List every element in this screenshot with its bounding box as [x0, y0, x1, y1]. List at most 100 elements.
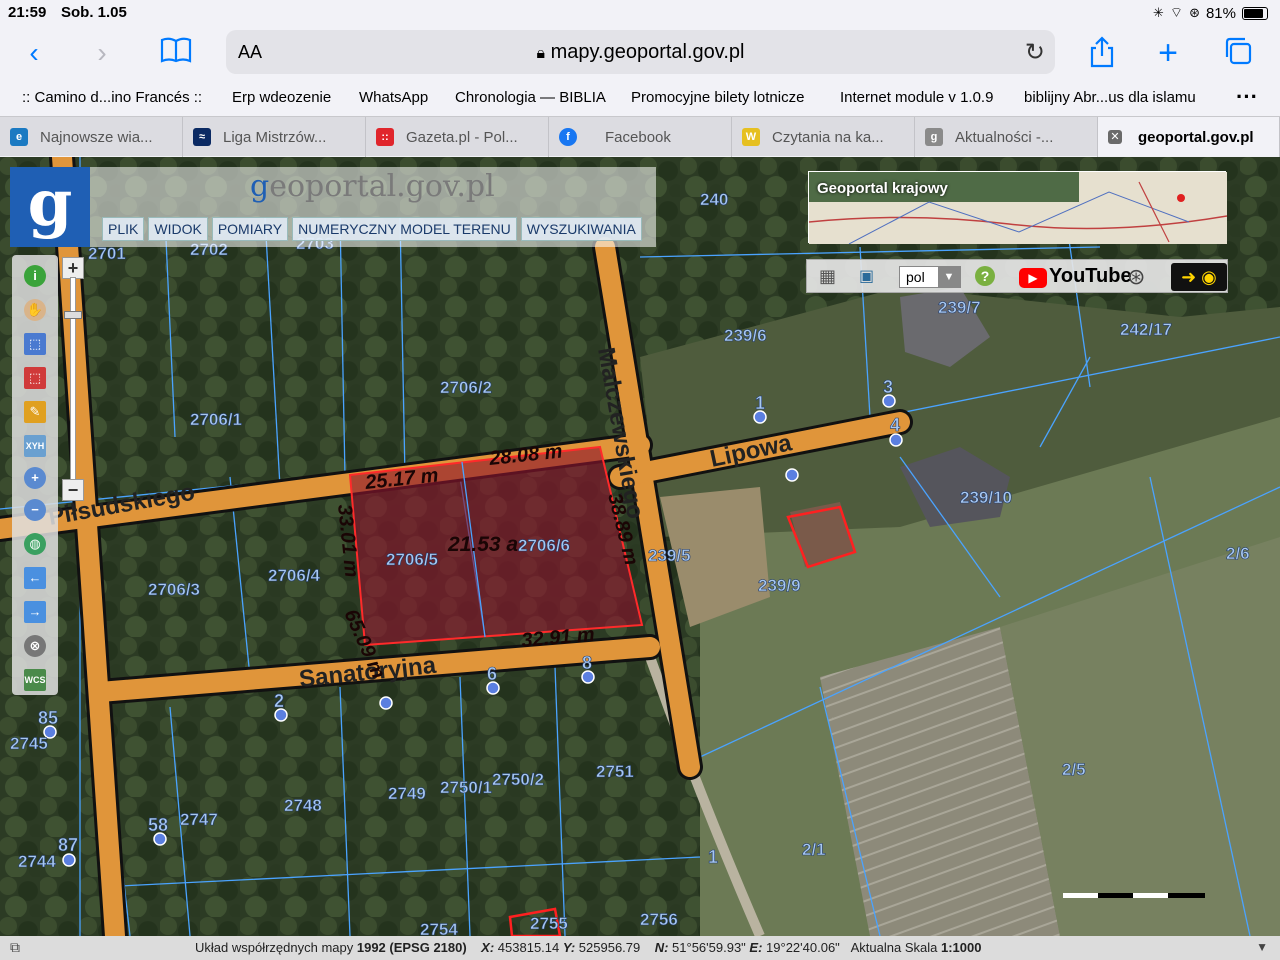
- language-select[interactable]: pol ▼: [899, 266, 961, 288]
- globe-icon[interactable]: ◍: [24, 533, 46, 555]
- share-icon[interactable]: [1084, 36, 1120, 70]
- geoportal-logo[interactable]: g: [10, 167, 90, 247]
- bookmark-chronologia[interactable]: Chronologia — BIBLIA: [455, 89, 606, 106]
- zoom-out-icon[interactable]: −: [24, 499, 46, 521]
- map-viewport[interactable]: 240 2701 2702 2703 239/7 239/6 242/17 27…: [0, 157, 1280, 936]
- parcel-label: 2706/1: [190, 410, 242, 429]
- wms-icon[interactable]: ▣: [859, 266, 874, 286]
- xyh-icon[interactable]: XYH: [24, 435, 46, 457]
- parcel-label: 2/5: [1062, 760, 1086, 779]
- tab-favicon: e: [10, 128, 28, 146]
- select-remove-icon[interactable]: ⬚: [24, 367, 46, 389]
- y-label: Y:: [562, 940, 576, 955]
- tab-czytania[interactable]: W Czytania na ka...: [732, 117, 915, 157]
- collapse-icon[interactable]: ▼: [1256, 940, 1268, 954]
- chevron-down-icon: ▼: [938, 267, 960, 287]
- back-icon[interactable]: ‹: [16, 36, 52, 70]
- zoom-in-icon[interactable]: +: [24, 467, 46, 489]
- arrow-back-icon[interactable]: ←: [24, 567, 46, 589]
- tab-najnowsze[interactable]: e Najnowsze wia...: [0, 117, 183, 157]
- menu-plik[interactable]: PLIK: [102, 217, 145, 241]
- help-icon[interactable]: ?: [975, 266, 995, 286]
- zoom-thumb[interactable]: [64, 311, 82, 319]
- info-icon[interactable]: i: [24, 265, 46, 287]
- wcs-icon[interactable]: WCS: [24, 669, 46, 691]
- bookmarks-book-icon[interactable]: [158, 36, 194, 70]
- legend-icon[interactable]: ▦: [819, 266, 836, 287]
- parcel-label: 240: [700, 190, 728, 209]
- house-number: 1: [755, 393, 765, 413]
- tab-favicon: f: [559, 128, 577, 146]
- youtube-link[interactable]: ▶ YouTube: [1019, 266, 1134, 290]
- x-value: 453815.14: [497, 940, 560, 955]
- tabs-overview-icon[interactable]: [1220, 36, 1256, 70]
- zoom-track[interactable]: [70, 277, 76, 487]
- parcel-label: 242/17: [1120, 320, 1172, 339]
- geoportal-title: geoportal.gov.pl: [250, 169, 495, 204]
- lock-icon: 🔒︎: [536, 45, 546, 62]
- parcel-label: 2706/2: [440, 378, 492, 397]
- geoportal-header: g geoportal.gov.pl PLIK WIDOK POMIARY NU…: [10, 167, 656, 247]
- parcel-label: 2751: [596, 762, 634, 781]
- address-bar[interactable]: AA 🔒︎ mapy.geoportal.gov.pl ↻: [226, 30, 1055, 74]
- tab-label: Facebook: [605, 129, 671, 146]
- new-tab-icon[interactable]: +: [1150, 36, 1186, 70]
- tab-gazeta[interactable]: :: Gazeta.pl - Pol...: [366, 117, 549, 157]
- forward-icon[interactable]: ›: [84, 36, 120, 70]
- more-bookmarks-icon[interactable]: ···: [1236, 84, 1258, 110]
- bookmark-biblijny[interactable]: biblijny Abr...us dla islamu: [1024, 89, 1196, 106]
- parcel-label: 2747: [180, 810, 218, 829]
- bookmark-internet-module[interactable]: Internet module v 1.0.9: [840, 89, 993, 106]
- arrow-forward-icon[interactable]: →: [24, 601, 46, 623]
- browser-toolbar: ‹ › AA 🔒︎ mapy.geoportal.gov.pl ↻ +: [0, 26, 1280, 82]
- tab-liga-mistrzow[interactable]: ≈ Liga Mistrzów...: [183, 117, 366, 157]
- zoom-plus-button[interactable]: +: [62, 257, 84, 279]
- tab-aktualnosci[interactable]: g Aktualności -...: [915, 117, 1098, 157]
- parcel-label: 2/1: [802, 840, 826, 859]
- accessibility-icon[interactable]: ⊛: [1127, 264, 1145, 290]
- reload-icon[interactable]: ↻: [1025, 38, 1045, 67]
- select-box-icon[interactable]: ⬚: [24, 333, 46, 355]
- youtube-label: YouTube: [1049, 265, 1132, 287]
- house-number: 6: [487, 664, 497, 684]
- tab-label: geoportal.gov.pl: [1138, 129, 1254, 146]
- parcel-label: 2706/4: [268, 566, 321, 585]
- zoom-slider[interactable]: + −: [62, 257, 84, 507]
- tab-facebook[interactable]: f Facebook: [549, 117, 732, 157]
- layers-icon[interactable]: ⧉: [10, 939, 20, 956]
- house-number: 2: [274, 691, 284, 711]
- parcel-label: 2754: [420, 920, 458, 936]
- parcel-label: 2750/1: [440, 778, 492, 797]
- right-toolbar: ▦ ▣ pol ▼ ? ▶ YouTube ⊛ ➜ ◉: [806, 259, 1228, 293]
- menu-pomiary[interactable]: POMIARY: [211, 217, 289, 241]
- menu-wyszukiwania[interactable]: WYSZUKIWANIA: [520, 217, 642, 241]
- youtube-play-icon: ▶: [1019, 268, 1047, 288]
- battery-icon: [1242, 6, 1268, 20]
- menu-nmt[interactable]: NUMERYCZNY MODEL TERENU: [292, 217, 517, 241]
- zoom-minus-button[interactable]: −: [62, 479, 84, 501]
- status-date: Sob. 1.05: [61, 4, 127, 21]
- geoportal-menu: PLIK WIDOK POMIARY NUMERYCZNY MODEL TERE…: [102, 217, 642, 241]
- ios-status-bar: 21:59 Sob. 1.05 ✳ ⌔ ⊛ 81%: [0, 0, 1280, 26]
- overview-map[interactable]: Geoportal krajowy: [808, 171, 1228, 245]
- x-label: X:: [481, 940, 495, 955]
- crs-label: Układ współrzędnych mapy: [195, 940, 354, 955]
- eye-toggle-icon[interactable]: ➜ ◉: [1171, 263, 1227, 291]
- tab-label: Aktualności -...: [955, 129, 1054, 146]
- parcel-label: 239/10: [960, 488, 1012, 507]
- pan-hand-icon[interactable]: ✋: [24, 299, 46, 321]
- close-tab-icon[interactable]: ✕: [1108, 130, 1122, 144]
- parcel-label: 2706/5: [386, 550, 438, 569]
- parcel-label: 239/9: [758, 576, 801, 595]
- parcel-label: 239/5: [648, 546, 691, 565]
- overview-title: Geoportal krajowy: [817, 180, 948, 197]
- menu-widok[interactable]: WIDOK: [148, 217, 208, 241]
- bookmark-erp[interactable]: Erp wdeozenie: [232, 89, 331, 106]
- bookmark-bilety[interactable]: Promocyjne bilety lotnicze: [631, 89, 804, 106]
- tab-geoportal[interactable]: ✕ geoportal.gov.pl: [1098, 117, 1280, 157]
- bookmark-camino[interactable]: :: Camino d...ino Francés ::: [22, 89, 202, 106]
- reset-icon[interactable]: ⊗: [24, 635, 46, 657]
- bookmark-whatsapp[interactable]: WhatsApp: [359, 89, 428, 106]
- pencil-icon[interactable]: ✎: [24, 401, 46, 423]
- map-tool-column: i ✋ ⬚ ⬚ ✎ XYH + − ◍ ← → ⊗ WCS: [12, 255, 58, 695]
